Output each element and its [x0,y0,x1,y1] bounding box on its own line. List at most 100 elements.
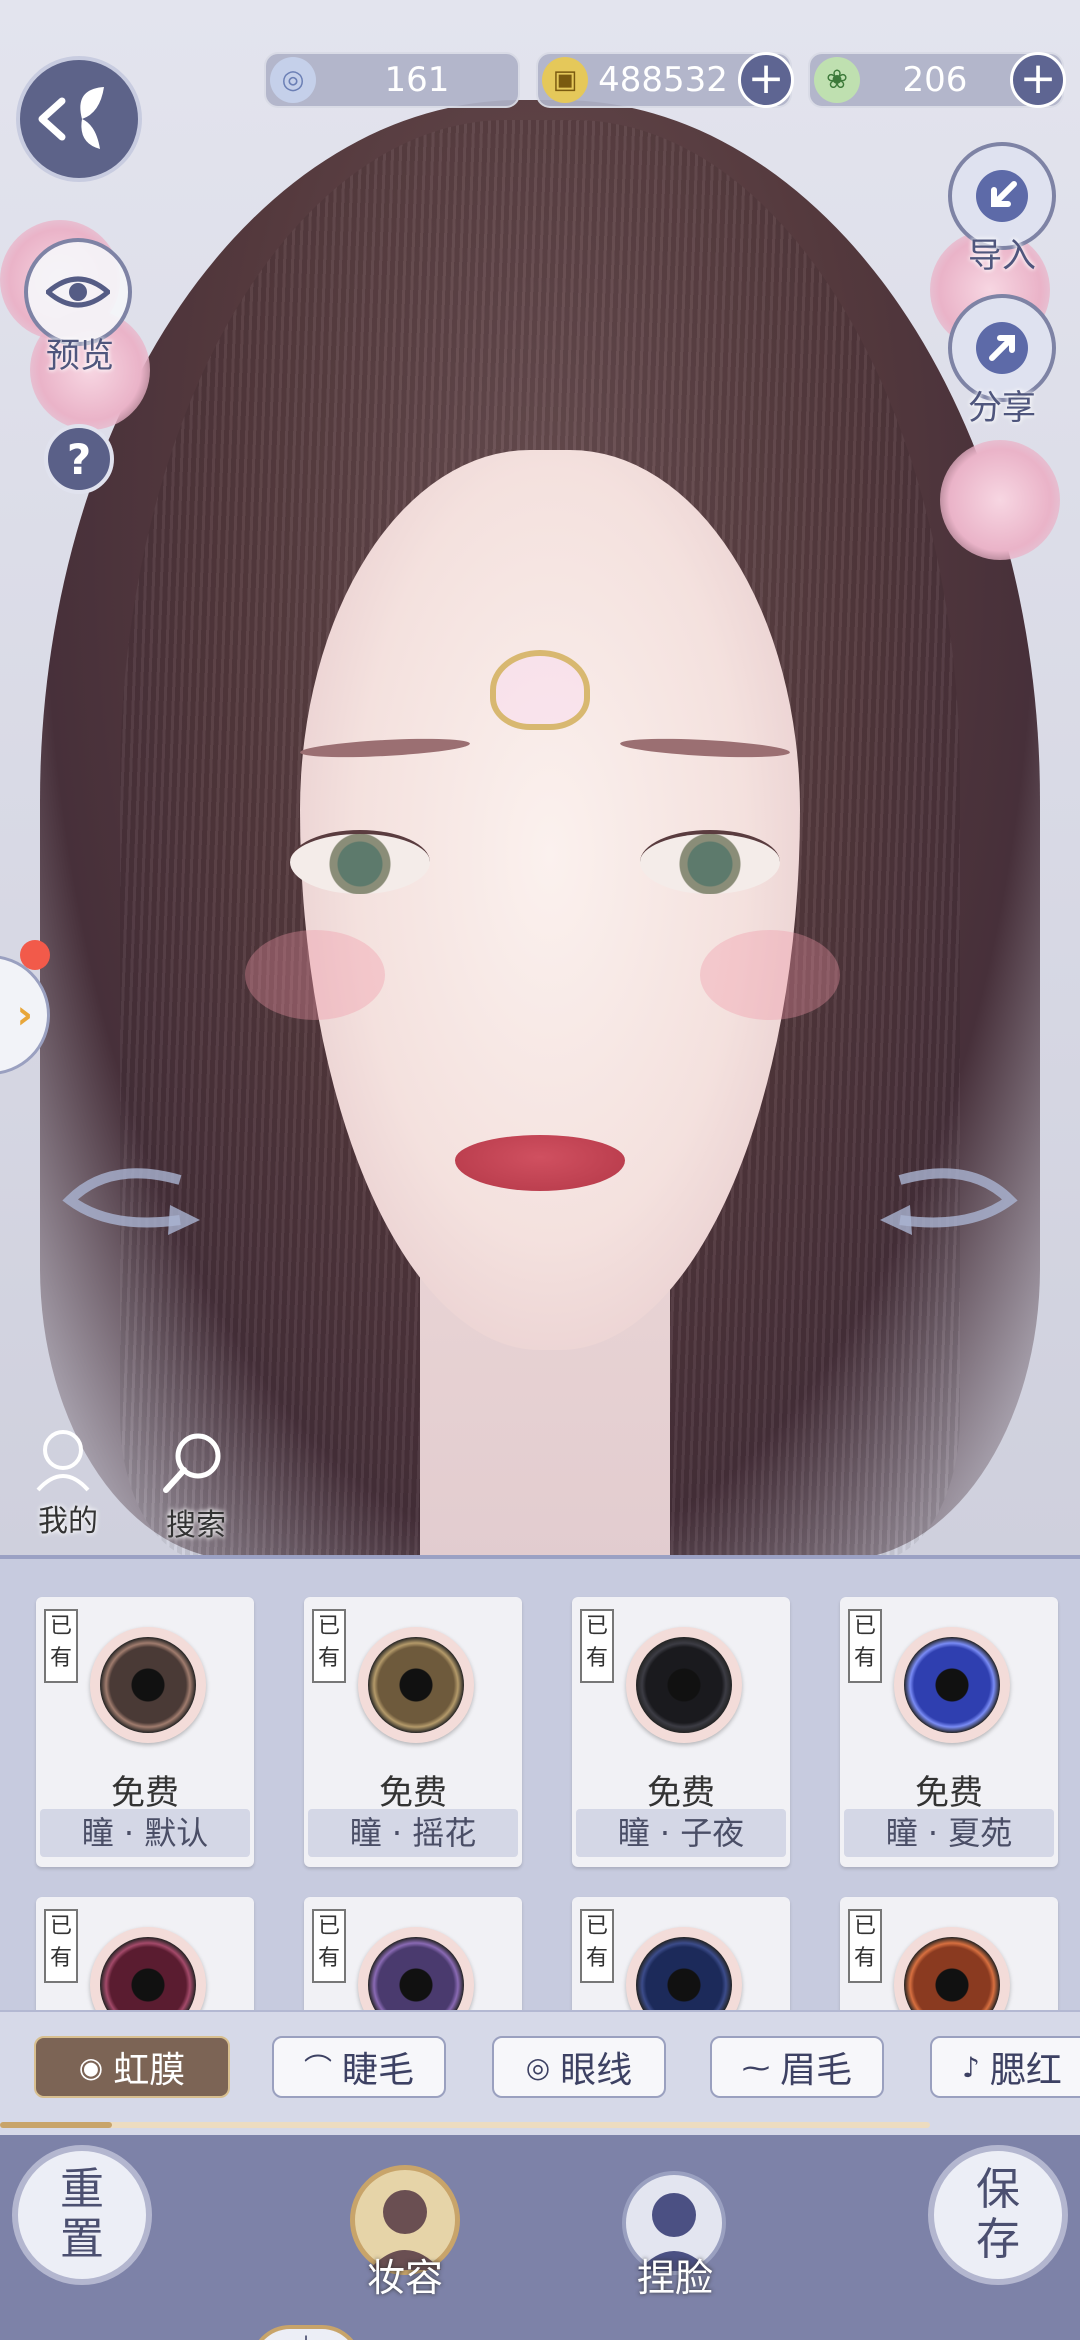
green-token-icon: ❀ [814,57,860,103]
tab-eyebrow[interactable]: ⁓ 眉毛 [710,2036,884,2098]
save-label: 保存 [976,2164,1020,2265]
mine-label: 我的 [38,1504,98,1539]
owned-badge: 已有 [312,1609,346,1683]
reset-label: 重置 [60,2164,104,2265]
iris-swatch [904,1937,1000,2010]
add-gold-button[interactable]: + [738,52,794,108]
eye-icon [46,276,110,308]
bottom-nav: 重置 妆容 捏脸 ⤓ 保存 [0,2135,1080,2340]
silver-jade-icon: ◎ [270,57,316,103]
search-label: 搜索 [166,1508,226,1543]
preview-label: 预览 [46,336,114,376]
tab-blush[interactable]: ♪ 腮红 [930,2036,1080,2098]
iris-swatch-frame [894,1927,1010,2010]
rotate-right-icon[interactable] [880,1160,1030,1240]
tab-eyeliner[interactable]: ◎ 眼线 [492,2036,666,2098]
owned-badge: 已有 [580,1909,614,1983]
blush-tab-icon: ♪ [962,2050,980,2084]
item-name: 瞳 · 摇花 [308,1809,518,1857]
item-price: 免费 [647,1773,715,1813]
eyelash-tab-icon: ⌒ [303,2052,332,2085]
iris-item-card[interactable]: 已有免费瞳 · 子夜 [572,1597,790,1867]
tab-eyelash-label: 睫毛 [342,2050,415,2091]
import-icon [976,170,1028,222]
tab-scroll-track [0,2122,930,2128]
iris-item-card[interactable]: 已有 免费瞳 · 夏苑 [840,1597,1058,1867]
iris-item-card[interactable]: 已有 [36,1897,254,2010]
chevron-right-icon: › [16,992,33,1038]
item-name: 瞳 · 默认 [40,1809,250,1857]
tab-eyelash[interactable]: ⌒ 睫毛 [272,2036,446,2098]
character-viewport[interactable]: › [0,0,1080,1555]
help-button[interactable]: ? [44,424,114,494]
gold-coin-icon: ▣ [542,57,588,103]
currency-gold: ▣ 488532 + [536,52,794,108]
forehead-jewel [490,650,590,730]
add-token-button[interactable]: + [1010,52,1066,108]
iris-swatch-frame [626,1927,742,2010]
iris-swatch-frame [90,1627,206,1743]
iris-item-card[interactable]: 已有 [840,1897,1058,2010]
mine-button[interactable]: 我的 [28,1422,108,1540]
tab-eyeliner-label: 眼线 [560,2050,633,2091]
item-grid-panel: 已有 免费瞳 · 默认 已有 免费瞳 · 摇花 已有 免费瞳 · 子夜 已有 免费瞳 · 夏苑… [0,1555,1080,2010]
right-blush [700,930,840,1020]
tab-iris[interactable]: ◉ 虹膜 [34,2036,230,2098]
tab-eyebrow-label: 眉毛 [779,2050,852,2091]
owned-badge: 已有 [44,1909,78,1983]
currency-gold-value: 488532 [598,60,728,100]
iris-swatch [100,1937,196,2010]
eyeliner-tab-icon: ◎ [525,2050,551,2084]
left-blush [245,930,385,1020]
download-icon: ⤓ [254,2329,358,2340]
iris-swatch-frame [894,1627,1010,1743]
user-silhouette-icon [36,1430,90,1492]
search-icon [163,1433,221,1493]
owned-badge: 已有 [848,1609,882,1683]
face-label: 捏脸 [636,2256,713,2300]
right-hair-flower-2 [940,440,1060,560]
item-price: 免费 [111,1773,179,1813]
back-button[interactable] [16,56,142,182]
owned-badge: 已有 [44,1609,78,1683]
currency-token: ❀ 206 + [808,52,1066,108]
iris-item-card[interactable]: 已有 [304,1897,522,2010]
iris-item-card[interactable]: 已有免费瞳 · 摇花 [304,1597,522,1867]
iris-swatch [636,1637,732,1733]
iris-swatch-frame [626,1627,742,1743]
notification-dot [20,940,50,970]
save-button[interactable]: 保存 [928,2145,1068,2285]
tab-scroll-thumb [0,2122,112,2128]
rotate-left-icon[interactable] [50,1160,200,1240]
iris-swatch [368,1637,464,1733]
share-icon [976,322,1028,374]
iris-item-card[interactable]: 已有免费瞳 · 默认 [36,1597,254,1867]
item-name: 瞳 · 子夜 [576,1809,786,1857]
iris-swatch-frame [90,1927,206,2010]
iris-swatch-frame [358,1927,474,2010]
share-label: 分享 [968,388,1036,428]
item-name: 瞳 · 夏苑 [844,1809,1054,1857]
owned-badge: 已有 [312,1909,346,1983]
iris-swatch [368,1937,464,2010]
owned-badge: 已有 [580,1609,614,1683]
download-button[interactable]: ⤓ [250,2325,362,2340]
iris-swatch-frame [358,1627,474,1743]
currency-token-value: 206 [902,60,968,100]
category-tab-bar: ◉ 虹膜 ⌒ 睫毛 ◎ 眼线 ⁓ 眉毛 ♪ 腮红 [0,2010,1080,2135]
iris-tab-icon: ◉ [78,2050,104,2084]
butterfly-back-icon [38,87,104,149]
owned-badge: 已有 [848,1909,882,1983]
tab-blush-label: 腮红 [989,2050,1062,2091]
currency-jade: ◎ 161 [264,52,520,108]
reset-button[interactable]: 重置 [12,2145,152,2285]
left-eye [290,830,430,894]
iris-swatch [636,1937,732,2010]
currency-jade-value: 161 [384,60,450,100]
right-eye [640,830,780,894]
item-price: 免费 [379,1773,447,1813]
iris-swatch [904,1637,1000,1733]
iris-item-card[interactable]: 已有 [572,1897,790,2010]
search-button[interactable]: 搜索 [156,1432,236,1544]
iris-swatch [100,1637,196,1733]
